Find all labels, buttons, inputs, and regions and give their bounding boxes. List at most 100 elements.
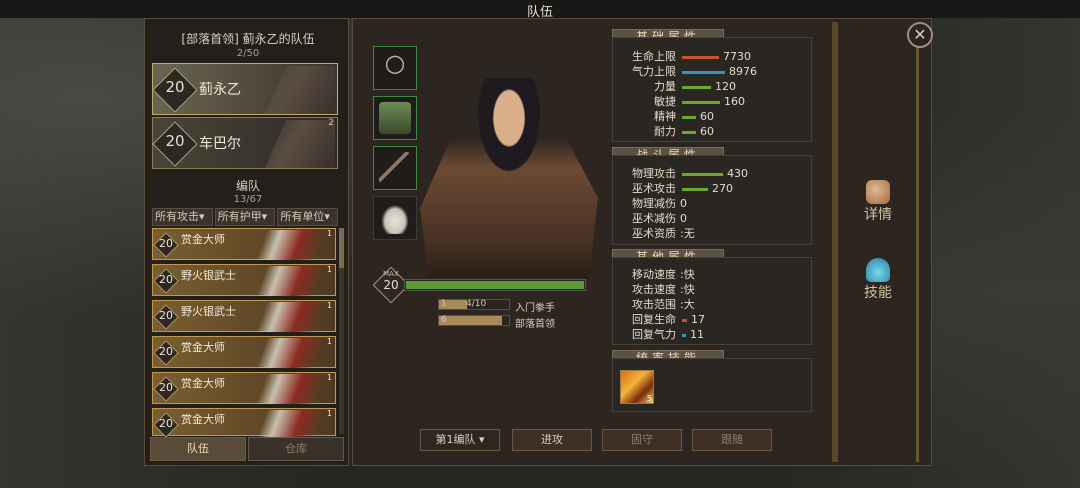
stat-bar — [682, 71, 725, 74]
stat-bar — [682, 101, 720, 104]
unit-filters: 所有攻击▾ 所有护甲▾ 所有单位▾ — [152, 208, 339, 226]
stat-value: 120 — [715, 80, 736, 93]
unit-badge: 1 — [326, 229, 332, 238]
stat-row: 回复气力 11 — [620, 328, 810, 342]
skills-button[interactable]: 技能 — [848, 258, 908, 318]
panel-rail — [916, 22, 919, 462]
stat-row: 移动速度 :快 — [620, 268, 810, 282]
unit-name: 赏金大师 — [181, 233, 225, 246]
unit-filter-dropdown[interactable]: 所有单位▾ — [277, 208, 339, 226]
formation-select[interactable]: 第1编队 ▾ — [420, 429, 500, 451]
stat-label: 气力上限 — [632, 65, 676, 78]
arm-icon — [866, 180, 890, 204]
flame-book-icon — [866, 258, 890, 282]
party-header: [部落首领] 蓟永乙的队伍 — [181, 32, 315, 46]
chevron-down-icon: ▾ — [324, 210, 330, 223]
stat-value: 160 — [724, 95, 745, 108]
panel-rail — [832, 22, 838, 462]
title-rank: 1 — [441, 299, 447, 309]
attack-button[interactable]: 进攻 — [512, 429, 592, 451]
stat-value: 60 — [700, 110, 714, 123]
stat-label: 巫术减伤 — [632, 212, 676, 225]
scrollbar-thumb[interactable] — [339, 228, 344, 268]
unit-row[interactable]: 20 赏金大师 1 — [152, 336, 336, 368]
hero-level: 20 — [165, 78, 185, 96]
stat-value: :快 — [680, 268, 695, 281]
hero-portrait-icon — [265, 120, 335, 168]
equip-slot-necklace[interactable] — [373, 46, 417, 90]
stat-row: 敏捷 160 — [620, 95, 810, 109]
stat-row: 巫术攻击 270 — [620, 182, 810, 196]
stat-label: 巫术资质 — [632, 227, 676, 240]
stat-label: 耐力 — [654, 125, 676, 138]
filter-label: 所有护甲 — [217, 210, 262, 223]
unit-badge: 1 — [326, 373, 332, 382]
unit-level: 20 — [159, 345, 173, 358]
hero-card-second[interactable]: 20 车巴尔 2 — [152, 117, 338, 169]
title-progress-count: 4/10 — [466, 299, 487, 309]
stat-bar — [682, 188, 708, 191]
tab-storage[interactable]: 仓库 — [248, 437, 344, 461]
tab-party[interactable]: 队伍 — [150, 437, 246, 461]
unit-row[interactable]: 20 野火银武士 1 — [152, 264, 336, 296]
follow-button[interactable]: 跟随 — [692, 429, 772, 451]
defend-button[interactable]: 固守 — [602, 429, 682, 451]
details-button[interactable]: 详情 — [848, 180, 908, 240]
unit-name: 赏金大师 — [181, 413, 225, 426]
skills-label: 技能 — [864, 285, 892, 301]
stat-label: 力量 — [654, 80, 676, 93]
unit-row[interactable]: 20 野火银武士 1 — [152, 300, 336, 332]
rank-progress-fill — [439, 316, 502, 325]
details-label: 详情 — [864, 207, 892, 223]
health-bar-fill — [406, 281, 584, 289]
unit-row[interactable]: 20 赏金大师 1 — [152, 228, 336, 260]
stat-row: 生命上限 7730 — [620, 50, 810, 64]
hero-portrait-icon — [265, 66, 335, 114]
unit-name: 赏金大师 — [181, 377, 225, 390]
command-skill-slot[interactable]: 5 — [620, 370, 654, 404]
stat-row: 巫术减伤 0 — [620, 212, 810, 226]
stat-row: 回复生命 17 — [620, 313, 810, 327]
stat-value: :无 — [680, 227, 695, 240]
stat-value: 17 — [691, 313, 705, 326]
hero-name: 车巴尔 — [199, 136, 241, 152]
stat-label: 移动速度 — [632, 268, 676, 281]
stat-label: 攻击速度 — [632, 283, 676, 296]
unit-badge: 1 — [326, 409, 332, 418]
stat-label: 精神 — [654, 110, 676, 123]
stat-row: 攻击范围:大 — [620, 298, 810, 312]
chevron-down-icon: ▾ — [478, 433, 485, 446]
stat-value: 270 — [712, 182, 733, 195]
attack-filter-dropdown[interactable]: 所有攻击▾ — [152, 208, 213, 226]
stat-row: 攻击速度:快 — [620, 283, 810, 297]
bow-icon — [379, 152, 411, 184]
unit-name: 野火银武士 — [181, 269, 236, 282]
stat-label: 敏捷 — [654, 95, 676, 108]
hero-level: 20 — [165, 132, 185, 150]
unit-level: 20 — [159, 237, 173, 250]
stat-bar — [682, 319, 687, 322]
skill-level: 5 — [646, 394, 652, 403]
wolf-mount-icon — [379, 202, 411, 234]
unit-row[interactable]: 20 赏金大师 1 — [152, 408, 336, 440]
unit-row[interactable]: 20 赏金大师 1 — [152, 372, 336, 404]
close-button[interactable]: ✕ — [907, 22, 933, 48]
armor-icon — [379, 102, 411, 134]
formation-select-label: 第1编队 — [435, 433, 476, 446]
stat-label: 巫术攻击 — [632, 182, 676, 195]
hero-card-leader[interactable]: 20 蓟永乙 — [152, 63, 338, 115]
equip-slot-armor[interactable] — [373, 96, 417, 140]
armor-filter-dropdown[interactable]: 所有护甲▾ — [214, 208, 276, 226]
necklace-icon — [379, 52, 411, 84]
stat-label: 物理攻击 — [632, 167, 676, 180]
chevron-down-icon: ▾ — [199, 210, 205, 223]
unit-name: 赏金大师 — [181, 341, 225, 354]
formation-title: 编队 — [235, 179, 260, 193]
equip-slot-mount[interactable] — [373, 196, 417, 240]
unit-name: 野火银武士 — [181, 305, 236, 318]
max-level-tag: MAX — [383, 270, 399, 278]
unit-portrait-icon — [249, 374, 329, 404]
stat-row: 气力上限 8976 — [620, 65, 810, 79]
stat-row: 巫术资质 :无 — [620, 227, 810, 241]
equip-slot-weapon[interactable] — [373, 146, 417, 190]
